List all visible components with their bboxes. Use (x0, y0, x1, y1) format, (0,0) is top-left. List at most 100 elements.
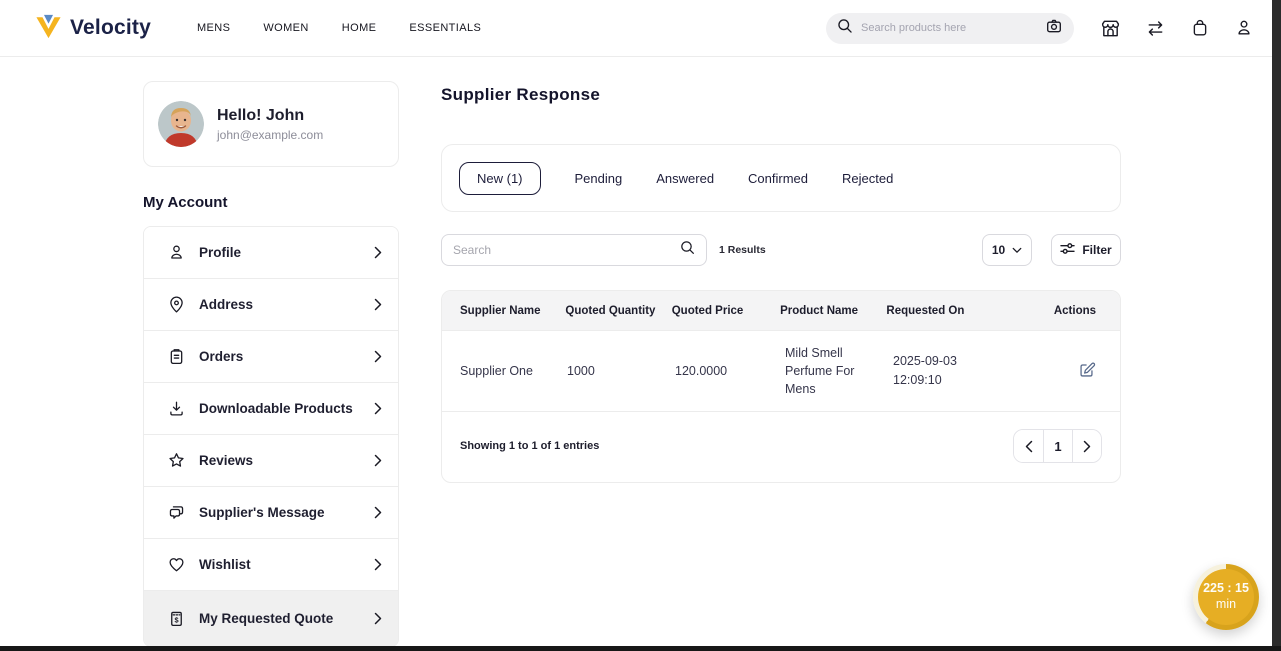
table-search-box[interactable] (441, 234, 707, 266)
sidebar-item-my-requested-quote[interactable]: $ My Requested Quote (144, 591, 398, 646)
chevron-right-icon (374, 454, 382, 467)
table-search-input[interactable] (453, 243, 680, 257)
nav-link-women[interactable]: WOMEN (263, 22, 308, 34)
chevron-down-icon (1012, 243, 1022, 257)
product-search-input[interactable] (861, 22, 1037, 34)
user-icon (166, 243, 186, 262)
chevron-right-icon (374, 246, 382, 259)
sidebar-item-label: Profile (199, 245, 241, 260)
main-content: Supplier Response New (1) Pending Answer… (441, 85, 1121, 483)
tab-answered[interactable]: Answered (656, 171, 714, 186)
pagination: 1 (1013, 429, 1102, 463)
page: Velocity MENS WOMEN HOME ESSENTIALS (0, 0, 1281, 651)
sidebar-item-label: My Requested Quote (199, 611, 333, 626)
sidebar-item-label: Address (199, 297, 253, 312)
table-header-row: Supplier Name Quoted Quantity Quoted Pri… (442, 291, 1120, 331)
pagination-next-button[interactable] (1072, 430, 1101, 462)
edit-icon[interactable] (1078, 368, 1096, 382)
tab-rejected[interactable]: Rejected (842, 171, 893, 186)
session-timer-badge[interactable]: 225 : 15 min (1193, 564, 1259, 630)
column-header-quoted-price: Quoted Price (672, 305, 780, 317)
sidebar-item-downloadable-products[interactable]: Downloadable Products (144, 383, 398, 435)
search-icon (680, 240, 695, 260)
profile-meta: Hello! John john@example.com (217, 107, 323, 142)
page-size-value: 10 (992, 243, 1005, 257)
brand-name: Velocity (70, 16, 151, 40)
sidebar-item-reviews[interactable]: Reviews (144, 435, 398, 487)
chevron-right-icon (374, 402, 382, 415)
sidebar-item-profile[interactable]: Profile (144, 227, 398, 279)
avatar (158, 101, 204, 147)
sidebar-item-label: Supplier's Message (199, 505, 325, 520)
nav-link-mens[interactable]: MENS (197, 22, 230, 34)
brand-logo[interactable]: Velocity (34, 13, 151, 44)
camera-search-icon[interactable] (1045, 17, 1063, 40)
account-icon[interactable] (1234, 18, 1254, 38)
tab-new[interactable]: New (1) (459, 162, 541, 195)
filter-button[interactable]: Filter (1051, 234, 1121, 266)
sidebar-item-label: Reviews (199, 453, 253, 468)
column-header-product-name: Product Name (780, 305, 886, 317)
search-icon (837, 18, 853, 39)
filter-button-label: Filter (1082, 243, 1111, 257)
chevron-right-icon (374, 350, 382, 363)
cell-requested-on: 2025-09-03 12:09:10 (893, 352, 1063, 391)
column-header-supplier-name: Supplier Name (442, 305, 565, 317)
cell-quoted-quantity: 1000 (567, 364, 675, 378)
profile-email: john@example.com (217, 128, 323, 142)
clipboard-icon (166, 347, 186, 366)
compare-icon[interactable] (1145, 18, 1166, 39)
supplier-response-table: Supplier Name Quoted Quantity Quoted Pri… (441, 290, 1121, 483)
chat-bubbles-icon (166, 503, 186, 522)
chevron-right-icon (374, 558, 382, 571)
nav-link-essentials[interactable]: ESSENTIALS (409, 22, 481, 34)
brand-logo-icon (34, 13, 63, 44)
sidebar-item-suppliers-message[interactable]: Supplier's Message (144, 487, 398, 539)
download-icon (166, 399, 186, 418)
star-icon (166, 451, 186, 470)
status-tabs: New (1) Pending Answered Confirmed Rejec… (441, 144, 1121, 212)
primary-nav: MENS WOMEN HOME ESSENTIALS (197, 22, 481, 34)
account-menu: Profile Address Orders (143, 226, 399, 647)
account-sidebar: Hello! John john@example.com My Account … (143, 81, 399, 647)
profile-greeting: Hello! John (217, 107, 323, 125)
cell-supplier-name: Supplier One (442, 364, 567, 378)
page-size-select[interactable]: 10 (982, 234, 1032, 266)
chevron-right-icon (374, 612, 382, 625)
store-icon[interactable] (1100, 18, 1121, 39)
quote-receipt-icon: $ (166, 609, 186, 628)
pagination-prev-button[interactable] (1014, 430, 1043, 462)
svg-text:$: $ (174, 615, 178, 624)
tab-pending[interactable]: Pending (575, 171, 623, 186)
my-account-heading: My Account (143, 194, 399, 211)
product-search-bar[interactable] (826, 13, 1074, 44)
results-count: 1 Results (719, 244, 766, 256)
pagination-current-page[interactable]: 1 (1043, 430, 1072, 462)
nav-link-home[interactable]: HOME (342, 22, 377, 34)
tab-confirmed[interactable]: Confirmed (748, 171, 808, 186)
column-header-requested-on: Requested On (886, 305, 1053, 317)
session-timer-content: 225 : 15 min (1198, 569, 1254, 625)
table-row: Supplier One 1000 120.0000 Mild Smell Pe… (442, 331, 1120, 411)
cell-actions (1063, 361, 1120, 382)
table-toolbar: 1 Results 10 Filter (441, 234, 1121, 266)
sidebar-item-address[interactable]: Address (144, 279, 398, 331)
window-edge-bottom (0, 646, 1281, 651)
column-header-quoted-quantity: Quoted Quantity (565, 305, 671, 317)
page-title: Supplier Response (441, 85, 1121, 105)
table-footer: Showing 1 to 1 of 1 entries 1 (442, 411, 1120, 482)
navbar-icon-group (1100, 18, 1254, 39)
filter-sliders-icon (1060, 242, 1075, 258)
sidebar-item-label: Downloadable Products (199, 401, 353, 416)
chevron-right-icon (374, 298, 382, 311)
chevron-right-icon (374, 506, 382, 519)
sidebar-item-wishlist[interactable]: Wishlist (144, 539, 398, 591)
profile-card: Hello! John john@example.com (143, 81, 399, 167)
sidebar-item-orders[interactable]: Orders (144, 331, 398, 383)
entries-summary: Showing 1 to 1 of 1 entries (460, 440, 599, 452)
map-pin-icon (166, 295, 186, 314)
cart-bag-icon[interactable] (1190, 18, 1210, 38)
cell-product-name: Mild Smell Perfume For Mens (785, 344, 893, 398)
heart-icon (166, 555, 186, 574)
sidebar-item-label: Orders (199, 349, 243, 364)
